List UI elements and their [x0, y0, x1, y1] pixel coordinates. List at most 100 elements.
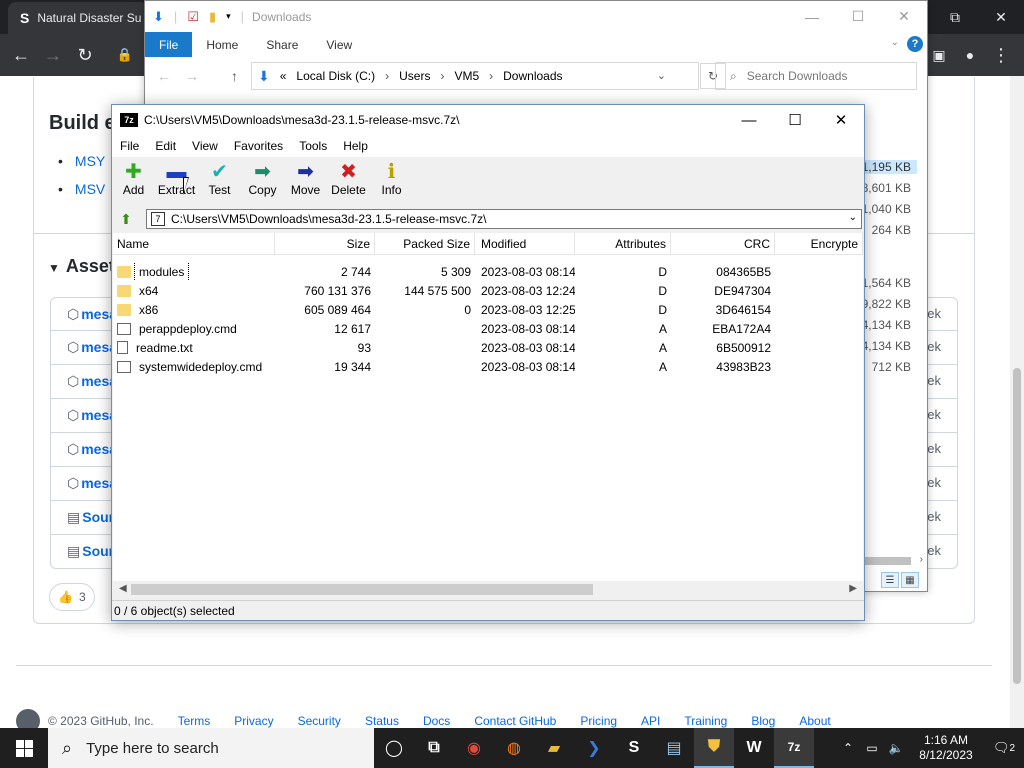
sevenzip-icon[interactable]: 7z — [774, 728, 814, 768]
scroll-right-icon[interactable]: › — [920, 554, 923, 565]
column-packed-size[interactable]: Packed Size — [375, 233, 475, 255]
forward-arrow-icon[interactable]: → — [40, 42, 66, 68]
sevenzip-path-input[interactable]: 7 C:\Users\VM5\Downloads\mesa3d-23.1.5-r… — [146, 209, 862, 229]
ribbon-tab-share[interactable]: Share — [252, 32, 312, 57]
powershell-icon[interactable]: ❯ — [574, 728, 614, 768]
explorer-search-input[interactable]: ⌕ Search Downloads — [715, 62, 917, 90]
table-row[interactable]: readme.txt 93 2023-08-03 08:14 A 6B50091… — [113, 338, 863, 357]
explorer-hscrollbar[interactable]: › — [863, 554, 927, 568]
download-arrow-icon[interactable]: ⬇ — [153, 9, 164, 25]
browser-restore-icon[interactable]: ⧉ — [932, 0, 978, 34]
details-view-icon[interactable]: ☰ — [881, 572, 899, 588]
start-button[interactable] — [0, 728, 48, 768]
app-s-icon[interactable]: S — [614, 728, 654, 768]
chevron-down-icon[interactable]: ⌄ — [849, 212, 857, 223]
help-icon[interactable]: ? — [907, 36, 923, 52]
breadcrumb-vm5[interactable]: VM5 — [454, 69, 479, 83]
browser-scrollbar[interactable] — [1010, 76, 1024, 728]
large-icons-view-icon[interactable]: ▦ — [901, 572, 919, 588]
folder-up-icon[interactable]: ⬆ — [116, 210, 136, 228]
close-icon[interactable]: ✕ — [881, 1, 927, 32]
reload-icon[interactable]: ↻ — [72, 42, 98, 68]
breadcrumb-separator-icon[interactable]: › — [489, 69, 493, 83]
footer-link-training[interactable]: Training — [684, 714, 727, 728]
minimize-icon[interactable]: — — [789, 1, 835, 32]
breadcrumb-users[interactable]: Users — [399, 69, 430, 83]
column-encrypted[interactable]: Encrypte — [775, 233, 863, 255]
breadcrumb-downloads[interactable]: Downloads — [503, 69, 562, 83]
extract-button[interactable]: ▬ Extract — [155, 157, 198, 205]
sevenzip-titlebar[interactable]: 7z C:\Users\VM5\Downloads\mesa3d-23.1.5-… — [112, 105, 864, 135]
menu-view[interactable]: View — [184, 139, 226, 153]
assets-heading[interactable]: ▼ Asset — [48, 256, 115, 277]
menu-edit[interactable]: Edit — [147, 139, 184, 153]
table-row[interactable]: perappdeploy.cmd 12 617 2023-08-03 08:14… — [113, 319, 863, 338]
column-crc[interactable]: CRC — [671, 233, 775, 255]
properties-icon[interactable]: ☑ — [187, 9, 199, 25]
forward-arrow-icon[interactable]: → — [185, 68, 199, 84]
footer-link-api[interactable]: API — [641, 714, 660, 728]
up-arrow-icon[interactable]: ↑ — [231, 68, 238, 84]
back-arrow-icon[interactable]: ← — [8, 42, 34, 68]
volume-icon[interactable]: 🔈 — [884, 741, 908, 755]
table-row[interactable]: x64 760 131 376 144 575 500 2023-08-03 1… — [113, 281, 863, 300]
info-button[interactable]: ℹ Info — [370, 157, 413, 205]
ribbon-tab-home[interactable]: Home — [192, 32, 252, 57]
maximize-icon[interactable]: ☐ — [835, 1, 881, 32]
sevenzip-hscroll-thumb[interactable] — [131, 584, 593, 595]
back-arrow-icon[interactable]: ← — [157, 68, 171, 84]
breadcrumb-prefix[interactable]: « — [280, 69, 287, 83]
breadcrumb-local-disk[interactable]: Local Disk (C:) — [296, 69, 375, 83]
footer-link-about[interactable]: About — [799, 714, 830, 728]
table-row[interactable]: x86 605 089 464 0 2023-08-03 12:25 D 3D6… — [113, 300, 863, 319]
scroll-left-icon[interactable]: ◀ — [119, 583, 127, 594]
chevron-down-icon[interactable]: ⌄ — [891, 37, 899, 48]
task-view-icon[interactable]: ⧉ — [414, 728, 454, 768]
menu-icon[interactable]: ⋮ — [988, 42, 1014, 68]
taskbar-search-input[interactable]: ⌕ Type here to search — [48, 728, 374, 768]
build-link-msvc[interactable]: MSV — [58, 181, 105, 197]
menu-tools[interactable]: Tools — [291, 139, 335, 153]
chrome-icon[interactable]: ◉ — [454, 728, 494, 768]
app-w-icon[interactable]: W — [734, 728, 774, 768]
footer-link-blog[interactable]: Blog — [751, 714, 775, 728]
file-explorer-icon[interactable]: ▰ — [534, 728, 574, 768]
column-name[interactable]: Name — [113, 233, 275, 255]
move-button[interactable]: ➡ Move — [284, 157, 327, 205]
notification-button[interactable]: 🗨 2 — [984, 728, 1024, 768]
column-attributes[interactable]: Attributes — [575, 233, 671, 255]
delete-button[interactable]: ✖ Delete — [327, 157, 370, 205]
scroll-right-icon[interactable]: ▶ — [849, 583, 857, 594]
shield-icon[interactable]: ⛊ — [694, 728, 734, 768]
chevron-up-icon[interactable]: ⌃ — [836, 741, 860, 755]
customize-dropdown-icon[interactable]: ▾ — [226, 11, 231, 22]
menu-favorites[interactable]: Favorites — [226, 139, 291, 153]
add-button[interactable]: ✚ Add — [112, 157, 155, 205]
table-row[interactable]: systemwidedeploy.cmd 19 344 2023-08-03 0… — [113, 357, 863, 376]
footer-link-docs[interactable]: Docs — [423, 714, 450, 728]
sidepanel-icon[interactable]: ▣ — [926, 42, 952, 68]
browser-tab[interactable]: S Natural Disaster Su — [8, 2, 148, 34]
address-bar[interactable]: ⬇ « Local Disk (C:) › Users › VM5 › Down… — [251, 62, 726, 90]
minimize-icon[interactable]: — — [726, 105, 772, 135]
copy-button[interactable]: ➡ Copy — [241, 157, 284, 205]
cortana-icon[interactable]: ◯ — [374, 728, 414, 768]
explorer-titlebar[interactable]: ⬇ | ☑ ▮ ▾ | Downloads — ☐ ✕ — [145, 1, 927, 32]
test-button[interactable]: ✔ Test — [198, 157, 241, 205]
breadcrumb-separator-icon[interactable]: › — [440, 69, 444, 83]
close-icon[interactable]: ✕ — [818, 105, 864, 135]
new-folder-icon[interactable]: ▮ — [209, 9, 216, 25]
column-size[interactable]: Size — [275, 233, 375, 255]
build-link-msys[interactable]: MSY — [58, 153, 105, 169]
maximize-icon[interactable]: ☐ — [772, 105, 818, 135]
menu-file[interactable]: File — [112, 139, 147, 153]
ribbon-tab-file[interactable]: File — [145, 32, 193, 57]
taskbar-clock[interactable]: 1:16 AM 8/12/2023 — [908, 733, 984, 763]
firefox-icon[interactable]: ◍ — [494, 728, 534, 768]
footer-link-pricing[interactable]: Pricing — [580, 714, 617, 728]
menu-help[interactable]: Help — [335, 139, 376, 153]
ribbon-tab-view[interactable]: View — [312, 32, 366, 57]
browser-close-icon[interactable]: ✕ — [978, 0, 1024, 34]
footer-link-status[interactable]: Status — [365, 714, 399, 728]
footer-link-privacy[interactable]: Privacy — [234, 714, 273, 728]
